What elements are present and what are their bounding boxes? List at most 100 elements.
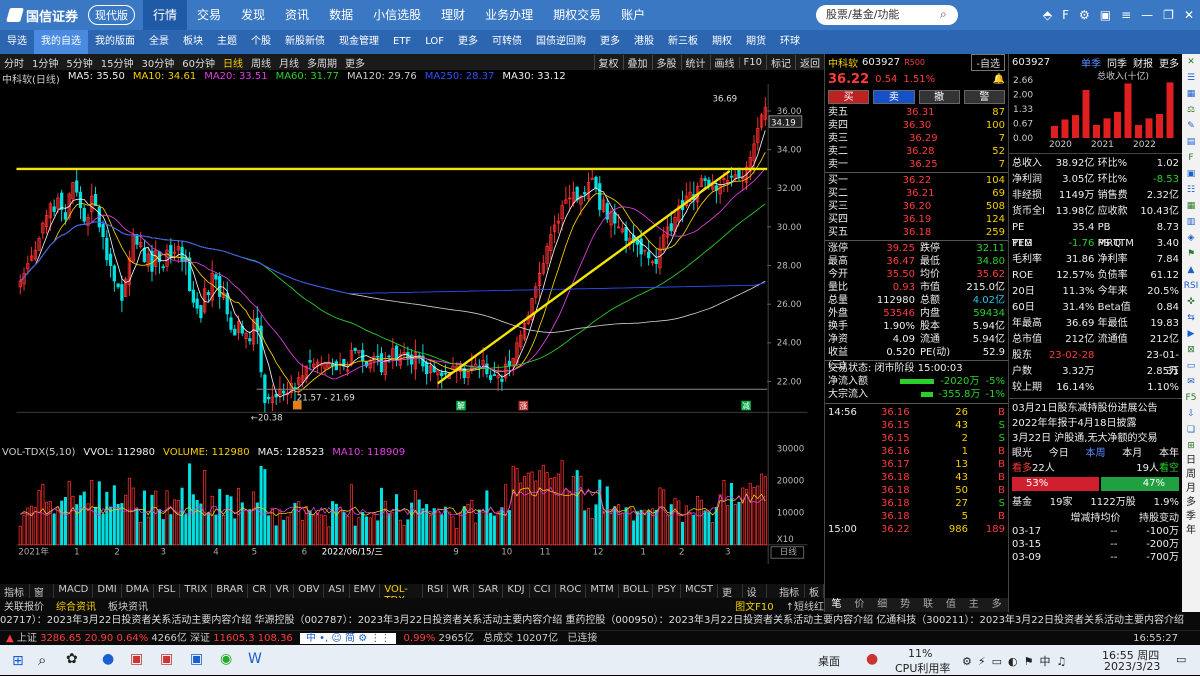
browser-icon[interactable]: ◉ (220, 651, 232, 667)
trade-button[interactable]: 卖 (873, 90, 915, 104)
info-right-tab[interactable]: ↑短线红 (786, 598, 824, 613)
clock-date[interactable]: 2023/3/23 (1104, 660, 1160, 673)
chart-tool-button[interactable]: 画线 (709, 54, 739, 70)
indicator-tab[interactable]: BRAR (212, 584, 249, 598)
upgrade-icon[interactable]: ⬘ (1043, 8, 1052, 22)
trade-button[interactable]: 买 (828, 90, 870, 104)
indicator-tab[interactable]: CR (248, 584, 272, 598)
detail-tab[interactable]: 值 (939, 598, 962, 612)
news-item[interactable]: 3月22日 沪股通,无大净额的交易 (1009, 431, 1182, 446)
toolbar-item[interactable]: 我的版面 (88, 30, 142, 54)
side-tool-icon[interactable]: ⊠ (1182, 342, 1200, 358)
chart-tool-button[interactable]: F10 (738, 56, 766, 68)
restore-icon[interactable]: ❐ (1163, 8, 1174, 22)
chart-tool-button[interactable]: 返回 (795, 54, 824, 70)
main-tab[interactable]: 期权交易 (543, 0, 611, 30)
toolbar-item[interactable]: 环球 (773, 30, 807, 54)
windows-start-icon[interactable]: ⊞ (12, 653, 24, 669)
indicator-tab[interactable]: ASI (324, 584, 350, 598)
period-option[interactable]: 月线 (275, 55, 303, 70)
period-option[interactable]: 更多 (341, 55, 369, 70)
side-tool-icon[interactable]: F (1182, 150, 1200, 166)
news-ticker[interactable]: 02717）：2023年3月22日投资者关系活动主要内容介绍 华源控股（0027… (0, 612, 1200, 630)
search-icon[interactable]: ⌕ (940, 7, 947, 22)
toolbar-item[interactable]: 我的自选 (34, 30, 88, 54)
chart-tool-button[interactable]: 叠加 (622, 54, 652, 70)
side-tool-icon[interactable]: ⇩ (1182, 406, 1200, 422)
detail-tab[interactable]: 主 (962, 598, 985, 612)
trade-button[interactable]: 撤 (918, 90, 960, 104)
side-tool-icon[interactable]: ⚑ (1182, 246, 1200, 262)
app-icon[interactable]: ▣ (160, 651, 173, 667)
side-tool-icon[interactable]: ▲ (1182, 262, 1200, 278)
notification-icon[interactable]: ▭ (1176, 653, 1186, 666)
side-tool-icon[interactable]: ▣ (1182, 166, 1200, 182)
indicator-tab[interactable]: 指标A (0, 584, 30, 610)
indicator-right-tab[interactable]: 板 (805, 584, 824, 599)
side-tool-icon[interactable]: ▶ (1182, 326, 1200, 342)
period-option[interactable]: 5分钟 (62, 55, 96, 70)
side-tool-icon[interactable]: ✉ (1182, 374, 1200, 390)
f10-tab[interactable]: 财报 (1133, 55, 1153, 70)
indicator-tab[interactable]: TRIX (180, 584, 213, 598)
toolbar-item[interactable]: 主题 (210, 30, 244, 54)
period-option[interactable]: 1分钟 (28, 55, 62, 70)
indicator-tab[interactable]: MTM (586, 584, 619, 598)
indicator-tab[interactable]: BOLL (619, 584, 654, 598)
minimize-icon[interactable]: — (1141, 8, 1153, 22)
skin-icon[interactable]: ▣ (1100, 8, 1111, 22)
indicator-tab[interactable]: OBV (294, 584, 325, 598)
main-tab[interactable]: 交易 (187, 0, 231, 30)
indicator-tab[interactable]: FSL (154, 584, 181, 598)
indicator-tab[interactable]: 设置 (743, 584, 768, 614)
indicator-right-tab[interactable]: 指标B (775, 584, 805, 610)
side-tool-icon[interactable]: ⇆ (1182, 310, 1200, 326)
close-icon[interactable]: ✕ (1184, 8, 1194, 22)
side-tool-icon[interactable]: F5 (1182, 390, 1200, 406)
side-tool-icon[interactable]: RSI (1182, 278, 1200, 294)
mode-switch[interactable]: 现代版 (88, 5, 135, 25)
period-option[interactable]: 30分钟 (137, 55, 178, 70)
indicator-tab[interactable]: KDJ (503, 584, 530, 598)
toolbar-item[interactable]: 个股 (244, 30, 278, 54)
search-input[interactable]: 股票/基金/功能 (816, 5, 958, 25)
side-tool-icon[interactable]: ☷ (1182, 182, 1200, 198)
chart-tool-button[interactable]: 复权 (593, 54, 623, 70)
main-tab[interactable]: 发现 (231, 0, 275, 30)
indicator-tab[interactable]: SAR (474, 584, 504, 598)
side-period-icon[interactable]: 多 (1182, 496, 1200, 510)
main-tab[interactable]: 账户 (611, 0, 655, 30)
toolbar-item[interactable]: 板块 (176, 30, 210, 54)
side-tool-icon[interactable]: ✜ (1182, 294, 1200, 310)
side-tool-icon[interactable]: ▦ (1182, 198, 1200, 214)
detail-tab[interactable]: 细 (871, 598, 894, 612)
indicator-tab[interactable]: ROC (556, 584, 587, 598)
detail-tab[interactable]: 笔 (825, 598, 848, 612)
toolbar-item[interactable]: 现金管理 (332, 30, 386, 54)
side-tool-icon[interactable]: ▤ (1182, 134, 1200, 150)
chart-tool-button[interactable]: 统计 (680, 54, 710, 70)
indicator-tab[interactable]: VR (271, 584, 295, 598)
tray-icons[interactable]: ⚙⚡▭◐⚑中♫ (962, 653, 1072, 669)
news-item[interactable]: 03月21日股东减持股份进展公告 (1009, 401, 1182, 416)
f10-tab[interactable]: 更多 (1159, 55, 1179, 70)
indicator-tab[interactable]: MACD (54, 584, 94, 598)
toolbar-item[interactable]: 更多 (451, 30, 485, 54)
main-tab[interactable]: 行情 (143, 0, 188, 30)
side-tool-icon[interactable]: ▦ (1182, 86, 1200, 102)
bear-bar[interactable]: 47% (1100, 477, 1179, 491)
main-tab[interactable]: 理财 (431, 0, 475, 30)
chart-tool-button[interactable]: 标记 (766, 54, 795, 70)
toolbar-item[interactable]: 港股 (627, 30, 661, 54)
toolbar-item[interactable]: 期货 (739, 30, 773, 54)
indicator-tab[interactable]: 更多 (718, 584, 743, 614)
sentiment-tab[interactable]: 本年 (1159, 446, 1179, 462)
detail-tab[interactable]: 联 (917, 598, 940, 612)
side-period-icon[interactable]: 周 (1182, 468, 1200, 482)
task-view-icon[interactable]: ✿ (66, 651, 78, 667)
indicator-tab[interactable]: PSY (653, 584, 681, 598)
app-icon[interactable]: ● (102, 651, 114, 667)
bull-bar[interactable]: 53% (1012, 477, 1099, 491)
app-icon[interactable]: ▣ (190, 651, 203, 667)
detail-tab[interactable]: 多 (985, 598, 1008, 612)
